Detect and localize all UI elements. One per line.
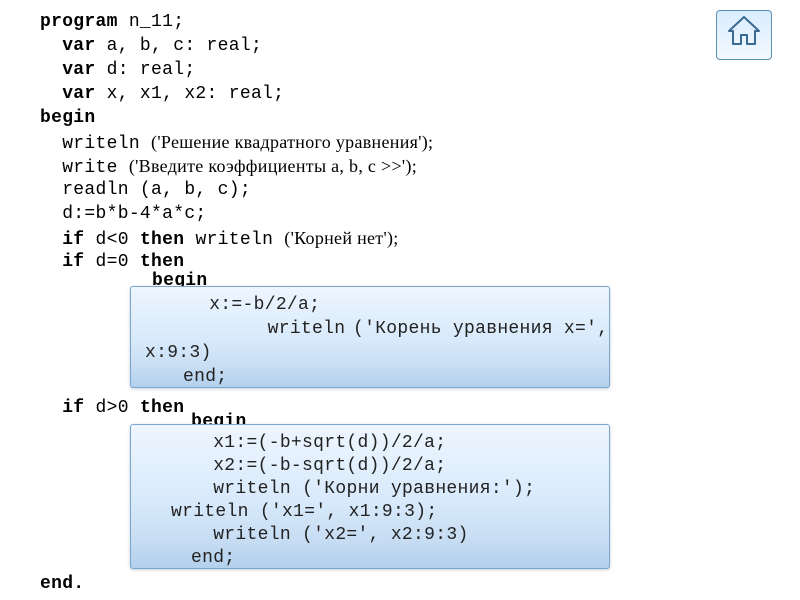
code-text: d:=b*b-4*a*c; [40, 204, 207, 224]
code-text: x:=-b/2/a; [187, 293, 320, 317]
code-text: writeln [184, 230, 284, 250]
string-literal: ('Корни уравнения:'); [291, 477, 535, 501]
kw-var: var [40, 84, 96, 104]
code-block-2: x1:=(-b+sqrt(d))/2/a; x2:=(-b-sqrt(d))/2… [130, 424, 610, 569]
kw-if: if [40, 252, 84, 272]
code-text: writeln ('x2=', x2:9:3) [191, 523, 469, 547]
code-text: x1:=(-b+sqrt(d))/2/a; [191, 431, 446, 455]
code-text: d=0 [84, 252, 140, 272]
code-text: d>0 [84, 398, 140, 418]
code-text: writeln [40, 134, 151, 154]
string-literal: ('Корней нет'); [284, 228, 398, 248]
kw-begin: begin [40, 108, 96, 128]
code-text: x:9:3) [145, 341, 212, 365]
kw-var: var [40, 60, 96, 80]
kw-var: var [40, 36, 96, 56]
code-listing: program n_11; var a, b, c: real; var d: … [40, 10, 760, 590]
string-literal: ('Решение квадратного уравнения'); [151, 132, 433, 152]
kw-then: then [140, 230, 184, 250]
code-text: writeln [191, 477, 291, 501]
string-literal: ('Корень уравнения x=', [353, 317, 608, 341]
kw-program: program [40, 12, 118, 32]
code-text: n_11; [118, 12, 185, 32]
code-text: a, b, c: real; [96, 36, 263, 56]
code-text: write [40, 158, 129, 178]
code-text: d<0 [84, 230, 140, 250]
code-text: writeln ('x1=', x1:9:3); [171, 500, 437, 524]
code-text: d: real; [96, 60, 196, 80]
kw-then: then [140, 398, 184, 418]
kw-end: end; [191, 546, 235, 570]
code-block-1: x:=-b/2/a; writeln ('Корень уравнения x=… [130, 286, 610, 388]
code-text: x, x1, x2: real; [96, 84, 285, 104]
string-literal: ('Введите коэффициенты a, b, c >>'); [129, 156, 417, 176]
code-text: x2:=(-b-sqrt(d))/2/a; [191, 454, 446, 478]
code-text: readln (a, b, c); [40, 180, 251, 200]
kw-if: if [40, 230, 84, 250]
kw-if: if [40, 398, 84, 418]
kw-end: end; [183, 365, 227, 389]
kw-end: end. [40, 574, 84, 594]
code-text: writeln [201, 317, 356, 341]
